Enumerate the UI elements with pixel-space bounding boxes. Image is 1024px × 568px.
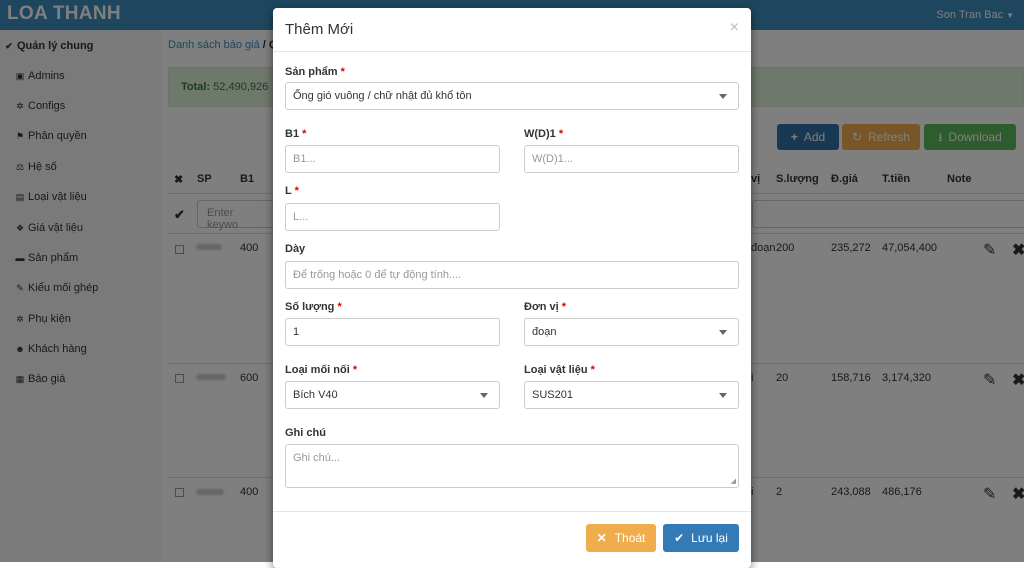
divider [273, 51, 751, 52]
l-input[interactable]: L... [285, 203, 500, 231]
wd1-input[interactable]: W(D)1... [524, 145, 739, 173]
material-select[interactable]: SUS201 [524, 381, 739, 409]
thickness-input[interactable]: Để trống hoặc 0 để tự động tính.... [285, 261, 739, 289]
l-label: L * [285, 185, 299, 197]
b1-input[interactable]: B1... [285, 145, 500, 173]
chevron-down-icon [480, 393, 488, 398]
divider [273, 511, 751, 512]
material-select-value: SUS201 [532, 389, 573, 401]
joint-label: Loại mối nối * [285, 364, 357, 376]
modal-title: Thêm Mới [285, 21, 353, 38]
save-button-label: Lưu lại [691, 531, 728, 545]
product-select[interactable]: Ống gió vuông / chữ nhật đủ khổ tôn [285, 82, 739, 110]
note-label: Ghi chú [285, 427, 326, 439]
add-new-modal: Thêm Mới × Sản phẩm * Ống gió vuông / ch… [273, 8, 751, 568]
material-label: Loại vật liệu * [524, 364, 595, 376]
check-icon: ✔ [674, 531, 684, 545]
wd1-label: W(D)1 * [524, 128, 563, 140]
unit-label: Đơn vị * [524, 301, 566, 313]
chevron-down-icon [719, 393, 727, 398]
exit-button[interactable]: ✕ Thoát [586, 524, 656, 552]
product-select-value: Ống gió vuông / chữ nhật đủ khổ tôn [293, 90, 472, 102]
note-textarea[interactable]: Ghi chú... ◢ [285, 444, 739, 488]
resize-handle-icon[interactable]: ◢ [731, 477, 736, 485]
quantity-input[interactable]: 1 [285, 318, 500, 346]
chevron-down-icon [719, 94, 727, 99]
unit-select-value: đoạn [532, 326, 556, 338]
note-placeholder: Ghi chú... [293, 452, 340, 464]
unit-select[interactable]: đoạn [524, 318, 739, 346]
product-label: Sản phẩm * [285, 66, 345, 78]
joint-select-value: Bích V40 [293, 389, 338, 401]
chevron-down-icon [719, 330, 727, 335]
exit-button-label: Thoát [615, 531, 646, 545]
thickness-label: Dày [285, 243, 305, 255]
save-button[interactable]: ✔ Lưu lại [663, 524, 739, 552]
b1-label: B1 * [285, 128, 306, 140]
joint-select[interactable]: Bích V40 [285, 381, 500, 409]
close-icon: ✕ [597, 531, 607, 545]
quantity-label: Số lượng * [285, 301, 342, 313]
close-icon[interactable]: × [730, 19, 739, 37]
